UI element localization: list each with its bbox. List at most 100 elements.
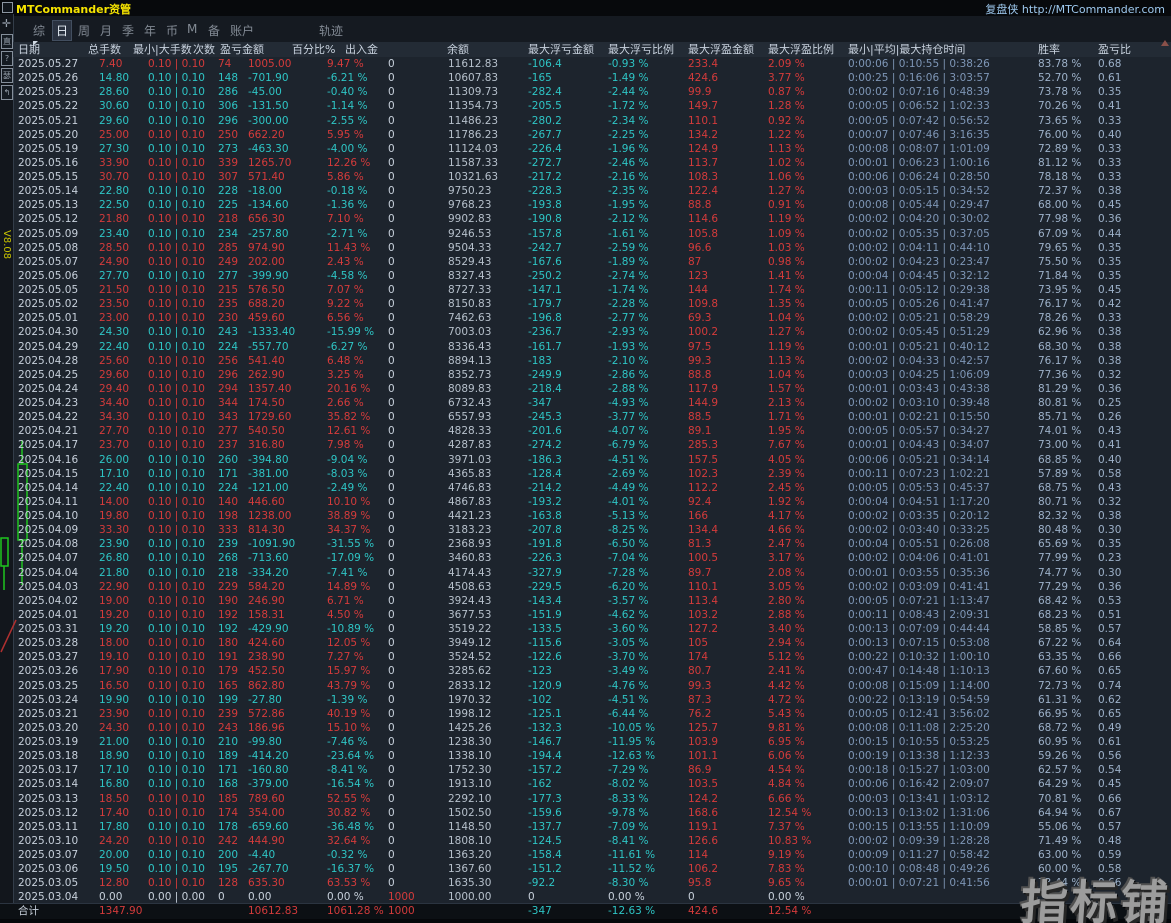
table-row[interactable]: 2025.04.10 19.80 0.10 | 0.10 198 1238.00 38.8… xyxy=(13,509,1164,523)
table-row[interactable]: 2025.04.02 19.00 0.10 | 0.10 190 246.90 6.71 … xyxy=(13,594,1164,608)
table-row[interactable]: 2025.03.11 17.80 0.10 | 0.10 178 -659.60 -36.… xyxy=(13,820,1164,834)
table-row[interactable]: 2025.03.25 16.50 0.10 | 0.10 165 862.80 43.79… xyxy=(13,679,1164,693)
table-row[interactable]: 2025.04.01 19.20 0.10 | 0.10 192 158.31 4.50 … xyxy=(13,608,1164,622)
column-header-total-lots[interactable]: 总手数 xyxy=(88,42,121,57)
table-row[interactable]: 2025.04.29 22.40 0.10 | 0.10 224 -557.70 -6.2… xyxy=(13,340,1164,354)
table-row[interactable]: 2025.04.08 23.90 0.10 | 0.10 239 -1091.90 -31… xyxy=(13,537,1164,551)
table-row[interactable]: 2025.04.09 33.30 0.10 | 0.10 333 814.30 34.37… xyxy=(13,523,1164,537)
table-row[interactable]: 2025.05.05 21.50 0.10 | 0.10 215 576.50 7.07 … xyxy=(13,283,1164,297)
table-row[interactable]: 2025.05.08 28.50 0.10 | 0.10 285 974.90 11.43… xyxy=(13,241,1164,255)
column-header-max-float-profit[interactable]: 最大浮盈金额 xyxy=(688,42,754,57)
table-row[interactable]: 2025.05.27 7.40 0.10 | 0.10 74 1005.00 9.47 %… xyxy=(13,57,1164,71)
brand-link[interactable]: 复盘侠 http://MTCommander.com xyxy=(985,1,1165,17)
table-row[interactable]: 2025.04.16 26.00 0.10 | 0.10 260 -394.80 -9.0… xyxy=(13,453,1164,467)
menu-item-账户[interactable]: 账户 xyxy=(227,21,257,40)
column-header-win-rate[interactable]: 胜率 xyxy=(1038,42,1060,57)
table-row[interactable]: 2025.04.14 22.40 0.10 | 0.10 224 -121.00 -2.4… xyxy=(13,481,1164,495)
table-row[interactable]: 2025.05.12 21.80 0.10 | 0.10 218 656.30 7.10 … xyxy=(13,212,1164,226)
cell-max-float-profit-pct: 4.66 % xyxy=(768,524,805,537)
table-row[interactable]: 2025.03.28 18.00 0.10 | 0.10 180 424.60 12.05… xyxy=(13,636,1164,650)
column-header-trade-count[interactable]: 次数 xyxy=(193,42,215,57)
table-row[interactable]: 2025.04.30 24.30 0.10 | 0.10 243 -1333.40 -15… xyxy=(13,325,1164,339)
table-row[interactable]: 2025.05.21 29.60 0.10 | 0.10 296 -300.00 -2.5… xyxy=(13,114,1164,128)
menu-item-综[interactable]: 综 xyxy=(30,21,48,40)
table-row[interactable]: 2025.03.24 19.90 0.10 | 0.10 199 -27.80 -1.39… xyxy=(13,693,1164,707)
table-row[interactable]: 2025.03.10 24.20 0.10 | 0.10 242 444.90 32.64… xyxy=(13,834,1164,848)
table-row[interactable]: 2025.04.15 17.10 0.10 | 0.10 171 -381.00 -8.0… xyxy=(13,467,1164,481)
cell-max-float-profit: 99.3 xyxy=(688,354,712,367)
table-row[interactable]: 2025.05.07 24.90 0.10 | 0.10 249 202.00 2.43 … xyxy=(13,255,1164,269)
cell-max-float-profit: 134.2 xyxy=(688,128,719,141)
table-row[interactable]: 2025.05.02 23.50 0.10 | 0.10 235 688.20 9.22 … xyxy=(13,297,1164,311)
table-row[interactable]: 2025.05.23 28.60 0.10 | 0.10 286 -45.00 -0.40… xyxy=(13,85,1164,99)
table-row[interactable]: 2025.03.18 18.90 0.10 | 0.10 189 -414.20 -23.… xyxy=(13,749,1164,763)
column-header-hold-time[interactable]: 最小|平均|最大持仓时间 xyxy=(848,42,965,57)
table-row[interactable]: 2025.05.16 33.90 0.10 | 0.10 339 1265.70 12.2… xyxy=(13,156,1164,170)
table-row[interactable]: 2025.03.14 16.80 0.10 | 0.10 168 -379.00 -16.… xyxy=(13,777,1164,791)
chart-panel-icon[interactable]: 直 xyxy=(1,34,13,49)
table-row[interactable]: 2025.05.20 25.00 0.10 | 0.10 250 662.20 5.95 … xyxy=(13,128,1164,142)
column-header-pl-ratio[interactable]: 盈亏比 xyxy=(1098,42,1131,57)
table-row[interactable]: 2025.03.20 24.30 0.10 | 0.10 243 186.96 15.10… xyxy=(13,721,1164,735)
table-row[interactable]: 2025.04.03 22.90 0.10 | 0.10 229 584.20 14.89… xyxy=(13,580,1164,594)
table-row[interactable]: 2025.03.06 19.50 0.10 | 0.10 195 -267.70 -16.… xyxy=(13,862,1164,876)
table-row[interactable]: 2025.03.07 20.00 0.10 | 0.10 200 -4.40 -0.32 … xyxy=(13,848,1164,862)
table-row[interactable]: 2025.04.07 26.80 0.10 | 0.10 268 -713.60 -17.… xyxy=(13,551,1164,565)
menu-item-日[interactable]: 日 xyxy=(52,20,73,41)
table-row[interactable]: 2025.04.17 23.70 0.10 | 0.10 237 316.80 7.98 … xyxy=(13,438,1164,452)
table-row[interactable]: 2025.03.31 19.20 0.10 | 0.10 192 -429.90 -10.… xyxy=(13,622,1164,636)
window-icon[interactable] xyxy=(2,2,13,13)
menu-item-季[interactable]: 季 xyxy=(119,21,137,40)
table-row[interactable]: 2025.03.17 17.10 0.10 | 0.10 171 -160.80 -8.4… xyxy=(13,763,1164,777)
table-row[interactable]: 2025.03.12 17.40 0.10 | 0.10 174 354.00 30.82… xyxy=(13,806,1164,820)
menu-item-月[interactable]: 月 xyxy=(97,21,115,40)
table-row[interactable]: 2025.05.26 14.80 0.10 | 0.10 148 -701.90 -6.2… xyxy=(13,71,1164,85)
table-row[interactable]: 2025.04.11 14.00 0.10 | 0.10 140 446.60 10.10… xyxy=(13,495,1164,509)
table-row[interactable]: 2025.03.19 21.00 0.10 | 0.10 210 -99.80 -7.46… xyxy=(13,735,1164,749)
menu-item-年[interactable]: 年 xyxy=(141,21,159,40)
menu-item-币[interactable]: 币 xyxy=(163,21,181,40)
table-row[interactable]: 2025.05.06 27.70 0.10 | 0.10 277 -399.90 -4.5… xyxy=(13,269,1164,283)
table-row[interactable]: 2025.04.23 34.40 0.10 | 0.10 344 174.50 2.66 … xyxy=(13,396,1164,410)
cell-max-float-loss-pct: -6.44 % xyxy=(608,707,649,720)
table-row[interactable]: 2025.04.24 29.40 0.10 | 0.10 294 1357.40 20.1… xyxy=(13,382,1164,396)
back-icon[interactable]: ↰ xyxy=(1,85,13,100)
table-row[interactable]: 2025.03.05 12.80 0.10 | 0.10 128 635.30 63.53… xyxy=(13,876,1164,890)
column-header-max-float-profit-pct[interactable]: 最大浮盈比例 xyxy=(768,42,834,57)
column-header-cash-flow[interactable]: 出入金 xyxy=(345,42,378,57)
table-row[interactable]: 2025.04.22 34.30 0.10 | 0.10 343 1729.60 35.8… xyxy=(13,410,1164,424)
cell-max-float-loss-pct: -1.72 % xyxy=(608,100,649,113)
table-row[interactable]: 2025.05.01 23.00 0.10 | 0.10 230 459.60 6.56 … xyxy=(13,311,1164,325)
table-row[interactable]: 2025.05.13 22.50 0.10 | 0.10 225 -134.60 -1.3… xyxy=(13,198,1164,212)
column-header-max-float-loss-pct[interactable]: 最大浮亏比例 xyxy=(608,42,674,57)
move-tool-icon[interactable]: ✛ xyxy=(0,17,13,31)
table-row[interactable]: 2025.05.22 30.60 0.10 | 0.10 306 -131.50 -1.1… xyxy=(13,99,1164,113)
column-header-date[interactable]: 日期 xyxy=(18,42,40,57)
column-header-pnl-amount[interactable]: 盈亏金额 xyxy=(220,42,264,57)
menu-item-周[interactable]: 周 xyxy=(75,21,93,40)
table-row[interactable]: 2025.05.19 27.30 0.10 | 0.10 273 -463.30 -4.0… xyxy=(13,142,1164,156)
cell-max-float-loss-pct: -2.93 % xyxy=(608,326,649,339)
help-icon[interactable]: ? xyxy=(1,51,13,66)
table-row[interactable]: 2025.04.21 27.70 0.10 | 0.10 277 540.50 12.61… xyxy=(13,424,1164,438)
column-header-pnl-percent[interactable]: 百分比% xyxy=(292,42,335,57)
menu-item-轨迹[interactable]: 轨迹 xyxy=(316,21,346,40)
table-row[interactable]: 2025.04.25 29.60 0.10 | 0.10 296 262.90 3.25 … xyxy=(13,368,1164,382)
column-header-balance[interactable]: 余额 xyxy=(447,42,469,57)
table-row[interactable]: 2025.05.15 30.70 0.10 | 0.10 307 571.40 5.86 … xyxy=(13,170,1164,184)
table-row[interactable]: 2025.04.28 25.60 0.10 | 0.10 256 541.40 6.48 … xyxy=(13,354,1164,368)
table-row[interactable]: 2025.03.13 18.50 0.10 | 0.10 185 789.60 52.55… xyxy=(13,792,1164,806)
column-header-min-max-lots[interactable]: 最小|大手数 xyxy=(133,42,192,57)
cell-pl-ratio: 0.36 xyxy=(1098,213,1122,226)
table-row[interactable]: 2025.04.04 21.80 0.10 | 0.10 218 -334.20 -7.4… xyxy=(13,566,1164,580)
table-row[interactable]: 2025.03.26 17.90 0.10 | 0.10 179 452.50 15.97… xyxy=(13,664,1164,678)
table-row[interactable]: 2025.03.27 19.10 0.10 | 0.10 191 238.90 7.27 … xyxy=(13,650,1164,664)
scroll-up-arrow[interactable] xyxy=(1161,40,1169,46)
menu-item-M[interactable]: M xyxy=(184,21,200,37)
table-row[interactable]: 2025.05.14 22.80 0.10 | 0.10 228 -18.00 -0.18… xyxy=(13,184,1164,198)
menu-item-备[interactable]: 备 xyxy=(205,21,223,40)
indicator-panel-icon[interactable]: 瑟 xyxy=(1,68,13,83)
table-row[interactable]: 2025.03.21 23.90 0.10 | 0.10 239 572.86 40.19… xyxy=(13,707,1164,721)
column-header-max-float-loss[interactable]: 最大浮亏金额 xyxy=(528,42,594,57)
table-row[interactable]: 2025.05.09 23.40 0.10 | 0.10 234 -257.80 -2.7… xyxy=(13,227,1164,241)
